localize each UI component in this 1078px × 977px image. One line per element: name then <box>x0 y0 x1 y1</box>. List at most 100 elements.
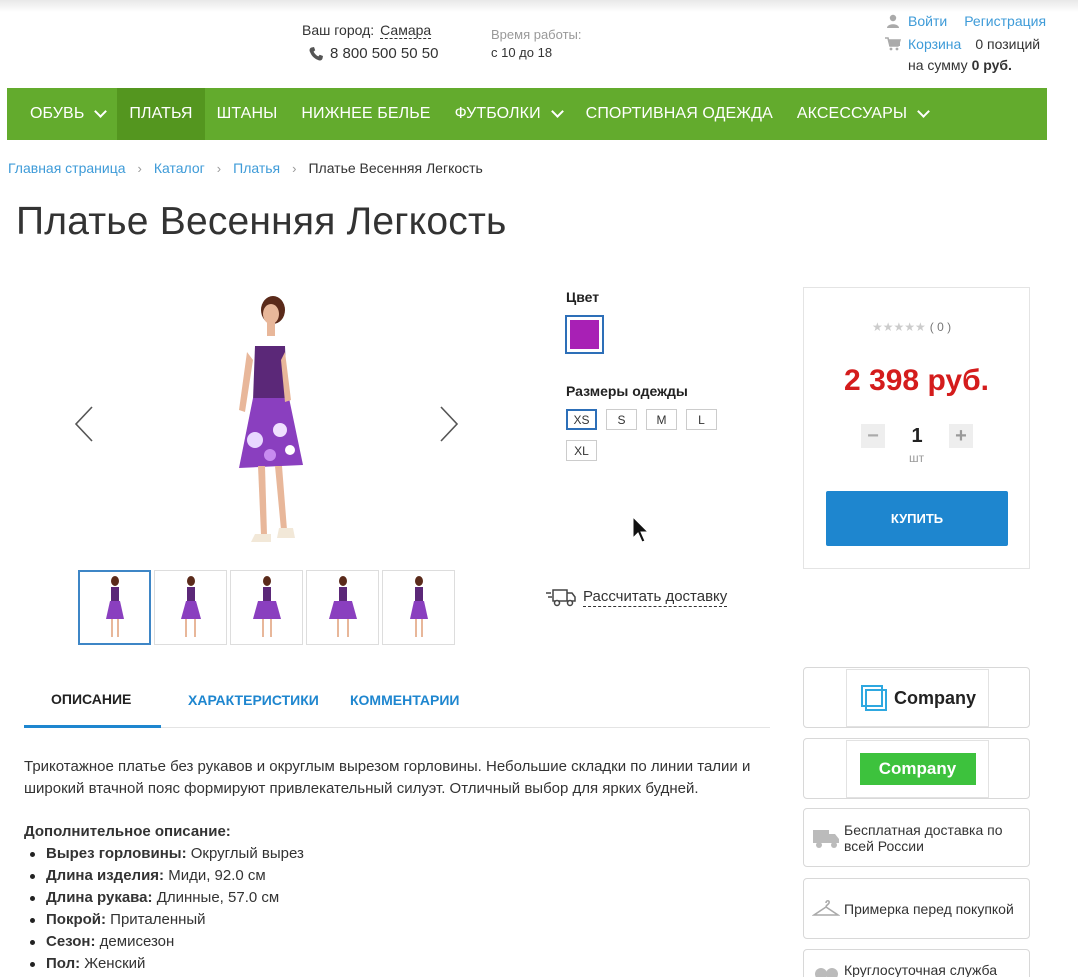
cart-summary: Корзина 0 позиций <box>885 36 1040 52</box>
feature-free-delivery[interactable]: Бесплатная доставка по всей России <box>803 808 1030 867</box>
property-name: Длина изделия: <box>46 867 165 884</box>
nav-item-accessories[interactable]: АКСЕССУАРЫ <box>785 88 940 140</box>
size-option-m[interactable]: M <box>646 409 677 430</box>
nav-item-underwear[interactable]: НИЖНЕЕ БЕЛЬЕ <box>289 88 442 140</box>
phone[interactable]: 8 800 500 50 50 <box>308 45 438 62</box>
property-name: Пол: <box>46 955 81 972</box>
color-swatch-purple[interactable] <box>565 315 604 354</box>
nav-item-dresses[interactable]: ПЛАТЬЯ <box>117 88 205 140</box>
phone-number: 8 800 500 50 50 <box>330 45 439 62</box>
quantity-unit: шт <box>908 451 925 465</box>
user-icon <box>887 14 899 28</box>
cart-link[interactable]: Корзина <box>908 36 961 52</box>
tab-description[interactable]: ОПИСАНИЕ <box>24 672 161 728</box>
work-hours: с 10 до 18 <box>491 45 553 60</box>
property-item: Пол: Женский <box>24 953 304 975</box>
size-option-s[interactable]: S <box>606 409 637 430</box>
size-option-l[interactable]: L <box>686 409 717 430</box>
nav-item-sportswear[interactable]: СПОРТИВНАЯ ОДЕЖДА <box>574 88 785 140</box>
rating-count: ( 0 ) <box>929 320 952 334</box>
nav-item-pants[interactable]: ШТАНЫ <box>205 88 290 140</box>
color-swatch-fill <box>570 320 599 349</box>
product-main-image[interactable] <box>225 290 315 552</box>
quantity-decrease-button[interactable]: − <box>861 424 885 448</box>
property-value: демисезон <box>99 933 175 950</box>
property-value: Длинные, 57.0 см <box>156 889 280 906</box>
size-option-xs[interactable]: XS <box>566 409 597 430</box>
feature-fitting[interactable]: Примерка перед покупкой <box>803 878 1030 939</box>
brand-logo-box: Company <box>846 669 989 727</box>
gallery-prev-arrow[interactable] <box>73 405 95 443</box>
property-item: Длина рукава: Длинные, 57.0 см <box>24 887 304 909</box>
nav-item-tshirts[interactable]: ФУТБОЛКИ <box>443 88 574 140</box>
property-name: Длина рукава: <box>46 889 153 906</box>
property-item: Вырез горловины: Округлый вырез <box>24 843 304 865</box>
brand-logo-icon <box>860 685 887 711</box>
feature-label: Круглосуточная служба <box>844 962 998 977</box>
quantity-increase-button[interactable]: + <box>949 424 973 448</box>
breadcrumb-home[interactable]: Главная страница <box>8 160 126 176</box>
property-name: Вырез горловины: <box>46 845 187 862</box>
city-selector: Ваш город: Самара <box>302 22 432 39</box>
breadcrumb-catalog[interactable]: Каталог <box>154 160 205 176</box>
feature-label: Примерка перед покупкой <box>844 900 1014 917</box>
register-link[interactable]: Регистрация <box>964 13 1046 29</box>
calculate-delivery-link[interactable]: Рассчитать доставку <box>545 586 728 608</box>
property-item: Покрой: Приталенный <box>24 909 304 931</box>
nav-item-label: ОБУВЬ <box>30 105 85 122</box>
chevron-right-icon: › <box>137 160 142 176</box>
brand-logo-box: Company <box>846 740 989 798</box>
extra-description: Дополнительное описание: Вырез горловины… <box>24 821 304 975</box>
property-value: Приталенный <box>110 911 206 928</box>
brand-logo-2: Company <box>859 753 976 785</box>
breadcrumb-dresses[interactable]: Платья <box>233 160 280 176</box>
brand-logo-text: Company <box>893 687 976 708</box>
nav-item-shoes[interactable]: ОБУВЬ <box>7 88 117 140</box>
price-box: ★★★★★ ( 0 ) 2 398 руб. − 1 + шт КУПИТЬ <box>803 287 1030 569</box>
chevron-right-icon: › <box>292 160 297 176</box>
tab-comments[interactable]: КОММЕНТАРИИ <box>349 672 459 728</box>
brand-badge-1[interactable]: Company <box>803 667 1030 728</box>
size-option-xl[interactable]: XL <box>566 440 597 461</box>
cart-sum-prefix: на сумму <box>908 57 968 73</box>
nav-item-label: ПЛАТЬЯ <box>129 105 193 122</box>
color-label: Цвет <box>566 289 600 305</box>
thumbnail[interactable] <box>382 570 455 645</box>
breadcrumb-current: Платье Весенняя Легкость <box>308 160 483 176</box>
thumbnail-image <box>180 575 201 637</box>
feature-label: Бесплатная доставка по всей России <box>844 821 1003 854</box>
work-hours-label: Время работы: <box>491 27 582 42</box>
quantity-stepper: − 1 + <box>861 424 973 448</box>
cart-icon <box>885 37 901 51</box>
buy-button[interactable]: КУПИТЬ <box>826 491 1008 546</box>
brand-badge-2[interactable]: Company <box>803 738 1030 799</box>
property-value: Округлый вырез <box>190 845 304 862</box>
quantity-value[interactable]: 1 <box>885 425 949 448</box>
thumbnail[interactable] <box>230 570 303 645</box>
thumbnail-image <box>105 575 124 637</box>
gallery-next-arrow[interactable] <box>438 405 460 443</box>
cart-sum: на сумму 0 руб. <box>908 57 1012 73</box>
tab-specs[interactable]: ХАРАКТЕРИСТИКИ <box>161 672 349 728</box>
feature-support[interactable]: Круглосуточная служба <box>803 949 1030 977</box>
thumbnail-strip <box>78 570 455 645</box>
phone-icon <box>309 46 323 60</box>
thumbnail[interactable] <box>78 570 151 645</box>
nav-item-label: ФУТБОЛКИ <box>454 105 541 122</box>
hanger-icon <box>812 899 840 916</box>
property-item: Длина изделия: Миди, 92.0 см <box>24 865 304 887</box>
product-price: 2 398 руб. <box>844 364 989 397</box>
nav-item-label: СПОРТИВНАЯ ОДЕЖДА <box>585 105 773 122</box>
rating-stars-icon: ★★★★★ <box>872 320 926 334</box>
property-name: Сезон: <box>46 933 96 950</box>
chevron-right-icon: › <box>216 160 222 176</box>
mouse-cursor-icon <box>632 516 650 543</box>
city-link[interactable]: Самара <box>380 22 432 39</box>
thumbnail[interactable] <box>306 570 379 645</box>
delivery-link-label: Рассчитать доставку <box>583 587 728 607</box>
rating[interactable]: ★★★★★ ( 0 ) <box>872 320 951 334</box>
product-tabs: ОПИСАНИЕ ХАРАКТЕРИСТИКИ КОММЕНТАРИИ <box>24 672 770 728</box>
login-link[interactable]: Войти <box>908 13 947 29</box>
nav-item-label: АКСЕССУАРЫ <box>796 105 908 122</box>
thumbnail[interactable] <box>154 570 227 645</box>
